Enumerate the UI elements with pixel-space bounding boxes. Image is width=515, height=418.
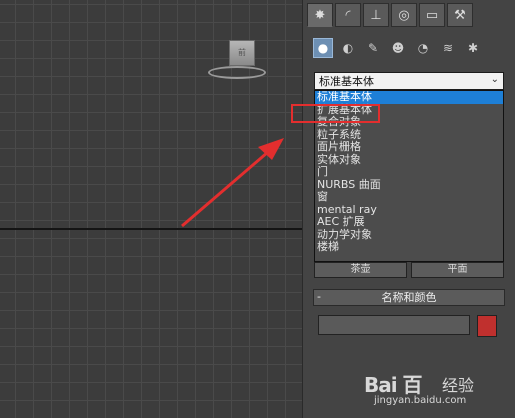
cameras-icon[interactable]: ☻ xyxy=(388,38,408,58)
tab-motion[interactable]: ◎ xyxy=(391,3,417,27)
category-selected-value: 标准基本体 xyxy=(319,75,374,88)
dropdown-item-aec-extended[interactable]: AEC 扩展 xyxy=(315,215,503,229)
annotation-highlight-box xyxy=(291,104,380,123)
axis-line xyxy=(0,228,302,230)
helpers-icon[interactable]: ◔ xyxy=(413,38,433,58)
tab-modify[interactable]: ◜ xyxy=(335,3,361,27)
watermark-text: 经验 xyxy=(442,376,475,395)
rollout-header[interactable]: - 名称和颜色 xyxy=(313,289,505,306)
create-icon: ✸ xyxy=(314,7,326,23)
command-tabs: ✸ ◜ ⊥ ◎ ▭ ⚒ xyxy=(307,3,473,27)
systems-icon[interactable]: ✱ xyxy=(463,38,483,58)
display-icon: ▭ xyxy=(425,7,439,23)
object-name-field[interactable] xyxy=(318,315,470,335)
name-and-color-rollout: - 名称和颜色 xyxy=(313,289,505,347)
motion-icon: ◎ xyxy=(398,7,410,23)
object-color-swatch[interactable] xyxy=(477,315,497,337)
dropdown-item-doors[interactable]: 门 xyxy=(315,165,503,179)
lights-icon[interactable]: ✎ xyxy=(363,38,383,58)
viewport[interactable]: 前 xyxy=(0,0,302,418)
space-warps-icon[interactable]: ≋ xyxy=(438,38,458,58)
object-type-buttons: 茶壶 平面 xyxy=(314,262,504,278)
dropdown-item-standard-primitives[interactable]: 标准基本体 xyxy=(315,91,503,104)
viewcube-face[interactable]: 前 xyxy=(229,40,255,66)
tab-display[interactable]: ▭ xyxy=(419,3,445,27)
plane-button[interactable]: 平面 xyxy=(411,262,504,278)
category-dropdown[interactable]: 标准基本体 ⌄ xyxy=(314,72,504,90)
dropdown-item-dynamics-objects[interactable]: 动力学对象 xyxy=(315,228,503,242)
dropdown-item-nurbs-surfaces[interactable]: NURBS 曲面 xyxy=(315,178,503,192)
create-category-icons: ● ◐ ✎ ☻ ◔ ≋ ✱ xyxy=(313,38,483,58)
collapse-icon[interactable]: - xyxy=(317,289,321,304)
baidu-jingyan-watermark: Bai 百 经验 jingyan.baidu.com xyxy=(360,365,510,415)
utilities-icon: ⚒ xyxy=(454,7,466,23)
shapes-icon[interactable]: ◐ xyxy=(338,38,358,58)
viewcube[interactable]: 前 xyxy=(206,40,266,80)
rollout-title: 名称和颜色 xyxy=(381,291,437,304)
dropdown-item-stairs[interactable]: 楼梯 xyxy=(315,240,503,254)
hierarchy-icon: ⊥ xyxy=(370,7,382,23)
tab-create[interactable]: ✸ xyxy=(307,3,333,27)
tab-utilities[interactable]: ⚒ xyxy=(447,3,473,27)
command-panel: ✸ ◜ ⊥ ◎ ▭ ⚒ ● ◐ ✎ ☻ ◔ ≋ ✱ 标准基本体 ⌄ 标准基本体 … xyxy=(302,0,515,418)
dropdown-item-windows[interactable]: 窗 xyxy=(315,190,503,204)
baidu-logo: Bai 百 xyxy=(364,373,423,397)
chevron-down-icon[interactable]: ⌄ xyxy=(491,74,499,85)
viewcube-ring[interactable] xyxy=(208,66,266,79)
teapot-button[interactable]: 茶壶 xyxy=(314,262,407,278)
geometry-icon[interactable]: ● xyxy=(313,38,333,58)
modify-icon: ◜ xyxy=(345,7,351,23)
dropdown-item-solid-objects[interactable]: 实体对象 xyxy=(315,153,503,167)
watermark-url: jingyan.baidu.com xyxy=(374,395,467,406)
dropdown-item-patch-grids[interactable]: 面片栅格 xyxy=(315,140,503,154)
tab-hierarchy[interactable]: ⊥ xyxy=(363,3,389,27)
